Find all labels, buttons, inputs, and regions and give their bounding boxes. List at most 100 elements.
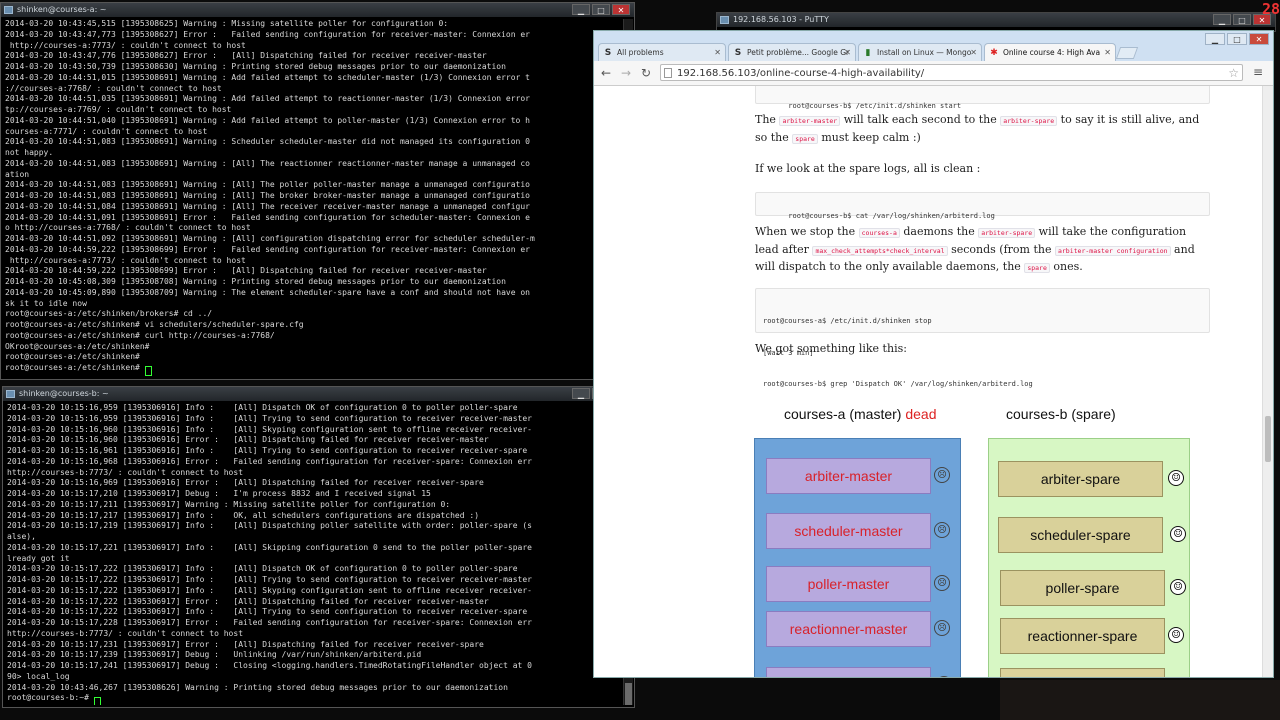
close-button[interactable]: ✕ [612, 4, 630, 15]
code-line: root@courses-b$ cat /var/log/shinken/arb… [788, 211, 995, 220]
terminal-output[interactable]: 2014-03-20 10:15:16,959 [1395306916] Inf… [7, 403, 622, 705]
cursor [144, 366, 152, 377]
paragraph: If we look at the spare logs, all is cle… [755, 162, 981, 175]
terminal-line: 2014-03-20 10:15:16,961 [1395306916] Inf… [7, 446, 528, 455]
minimize-button[interactable]: ▁ [1205, 33, 1225, 45]
terminal-line: 2014-03-20 10:15:16,959 [1395306916] Inf… [7, 413, 532, 423]
tab-label: Online course 4: High Ava [1003, 48, 1101, 57]
inline-code: spare [1024, 263, 1050, 273]
close-tab-icon[interactable]: ✕ [844, 44, 851, 61]
daemon-box: receiver-master [766, 667, 931, 677]
shinken-icon: S [734, 48, 742, 58]
terminal-line: 2014-03-20 10:44:51,084 [1395308691] War… [5, 201, 530, 211]
terminal-line: 2014-03-20 10:44:51,091 [1395308691] Err… [5, 212, 530, 222]
close-tab-icon[interactable]: ✕ [714, 44, 721, 61]
terminal-line: not happy. [5, 148, 54, 157]
terminal-line: 2014-03-20 10:15:16,959 [1395306916] Inf… [7, 403, 518, 412]
page-scrollbar[interactable] [1262, 86, 1273, 677]
terminal-line: 2014-03-20 10:15:16,960 [1395306916] Err… [7, 435, 489, 445]
close-tab-icon[interactable]: ✕ [1104, 44, 1111, 61]
terminal-line: http://courses-a:7773/ : couldn't connec… [5, 40, 246, 50]
page-content: root@courses-b$ /etc/init.d/shinken star… [594, 86, 1263, 677]
daemon-box: scheduler-spare [998, 517, 1163, 553]
maximize-button[interactable]: □ [592, 4, 610, 15]
terminal-line: 2014-03-20 10:15:17,239 [1395306917] Deb… [7, 650, 422, 660]
terminal-title: shinken@courses-a: ~ [17, 5, 107, 14]
terminal-window-courses-b[interactable]: shinken@courses-b: ~ ▁ □ ✕ 2014-03-20 10… [2, 386, 635, 708]
terminal-output[interactable]: 2014-03-20 10:43:45,515 [1395308625] War… [5, 19, 622, 377]
terminal-line: 2014-03-20 10:44:51,083 [1395308691] War… [5, 191, 530, 200]
text: ones. [1049, 260, 1083, 273]
close-button[interactable]: ✕ [1249, 33, 1269, 45]
tab-install-linux[interactable]: ▮ Install on Linux — Mongo ✕ [858, 43, 982, 61]
tab-online-course[interactable]: ✱ Online course 4: High Ava ✕ [984, 43, 1116, 61]
terminal-line: 2014-03-20 10:43:46,267 [1395308626] War… [7, 682, 508, 692]
text: daemons the [899, 225, 979, 238]
terminal-line: 2014-03-20 10:44:51,035 [1395308691] War… [5, 94, 530, 104]
putty-titlebar[interactable]: 192.168.56.103 - PuTTY ▁ □ ✕ [717, 13, 1275, 27]
maximize-button[interactable]: □ [1227, 33, 1247, 45]
reload-icon[interactable]: ↻ [638, 65, 654, 81]
terminal-line: ://courses-a:7768/ : couldn't connect to… [5, 83, 222, 93]
putty-icon [720, 16, 729, 24]
minimize-button[interactable]: ▁ [1213, 14, 1231, 25]
terminal-line: root@courses-a:/etc/shinken/brokers# cd … [5, 309, 213, 319]
tab-label: Install on Linux — Mongo [877, 48, 972, 57]
inline-code: courses-a [858, 228, 900, 238]
tab-google-groups[interactable]: S Petit problème... Google Gr ✕ [728, 43, 856, 61]
terminal-line: root@courses-a:/etc/shinken# [5, 363, 145, 372]
text: When we stop the [755, 225, 859, 238]
address-url: 192.168.56.103/online-course-4-high-avai… [677, 68, 925, 79]
menu-icon[interactable]: ≡ [1253, 65, 1263, 79]
maximize-button[interactable]: □ [1233, 14, 1251, 25]
code-block: root@courses-b$ cat /var/log/shinken/arb… [755, 192, 1210, 220]
happy-face-icon: ☺ [1170, 579, 1186, 595]
terminal-line: 2014-03-20 10:44:51,040 [1395308691] War… [5, 115, 530, 125]
scrollbar-thumb[interactable] [1265, 416, 1271, 462]
sad-face-icon: ☹ [934, 467, 950, 483]
star-icon: ✱ [990, 48, 998, 58]
minimize-button[interactable]: ▁ [572, 4, 590, 15]
back-arrow-icon[interactable]: ← [598, 65, 614, 81]
browser-window[interactable]: S All problems ✕ S Petit problème... Goo… [593, 30, 1274, 678]
tab-label: All problems [617, 48, 664, 57]
close-tab-icon[interactable]: ✕ [970, 44, 977, 61]
daemon-box: receiver-spare [1000, 668, 1165, 677]
terminal-window-courses-a[interactable]: shinken@courses-a: ~ ▁ □ ✕ 2014-03-20 10… [0, 2, 635, 380]
terminal-titlebar[interactable]: shinken@courses-b: ~ ▁ □ ✕ [3, 387, 634, 401]
terminal-line: 2014-03-20 10:44:51,083 [1395308691] War… [5, 158, 530, 168]
terminal-line: 2014-03-20 10:43:47,773 [1395308627] Err… [5, 29, 530, 39]
inline-code: arbiter-master configuration [1054, 245, 1171, 256]
daemon-box: arbiter-master [766, 458, 931, 494]
terminal-line: alse), [7, 532, 36, 541]
terminal-line: 2014-03-20 10:43:45,515 [1395308625] War… [5, 19, 449, 28]
bookmark-star-icon[interactable]: ☆ [1228, 66, 1239, 80]
terminal-line: 2014-03-20 10:15:17,222 [1395306917] Inf… [7, 585, 532, 595]
terminal-line: 2014-03-20 10:15:17,228 [1395306917] Err… [7, 618, 532, 627]
putty-icon [6, 390, 15, 398]
ha-diagram: courses-a (master) dead courses-b (spare… [754, 401, 1194, 677]
paragraph: We got something like this: [755, 342, 907, 355]
putty-window[interactable]: 192.168.56.103 - PuTTY ▁ □ ✕ [716, 12, 1276, 32]
terminal-line: tp://courses-a:7769/ : couldn't connect … [5, 105, 232, 114]
code-line: root@courses-b$ grep 'Dispatch OK' /var/… [763, 380, 1033, 388]
address-bar[interactable]: 192.168.56.103/online-course-4-high-avai… [660, 64, 1243, 81]
page-icon [664, 68, 672, 78]
terminal-titlebar[interactable]: shinken@courses-a: ~ ▁ □ ✕ [1, 3, 634, 17]
terminal-line: 2014-03-20 10:15:17,219 [1395306917] Inf… [7, 521, 532, 531]
browser-toolbar: ← → ↻ 192.168.56.103/online-course-4-hig… [594, 61, 1273, 86]
forward-arrow-icon[interactable]: → [618, 65, 634, 81]
scrollbar-thumb[interactable] [625, 683, 632, 705]
text: will talk each second to the [840, 113, 1001, 126]
terminal-line: http://courses-b:7773/ : couldn't connec… [7, 467, 244, 477]
spare-header: courses-b (spare) [1006, 406, 1116, 422]
terminal-title: shinken@courses-b: ~ [19, 389, 109, 398]
daemon-box: reactionner-master [766, 611, 931, 647]
daemon-box: poller-master [766, 566, 931, 602]
terminal-line: OKroot@courses-a:/etc/shinken# [5, 341, 150, 351]
new-tab-button[interactable] [1115, 47, 1139, 59]
terminal-line: sk it to idle now [5, 298, 87, 308]
happy-face-icon: ☺ [1168, 627, 1184, 643]
tab-all-problems[interactable]: S All problems ✕ [598, 43, 726, 61]
minimize-button[interactable]: ▁ [572, 388, 590, 399]
